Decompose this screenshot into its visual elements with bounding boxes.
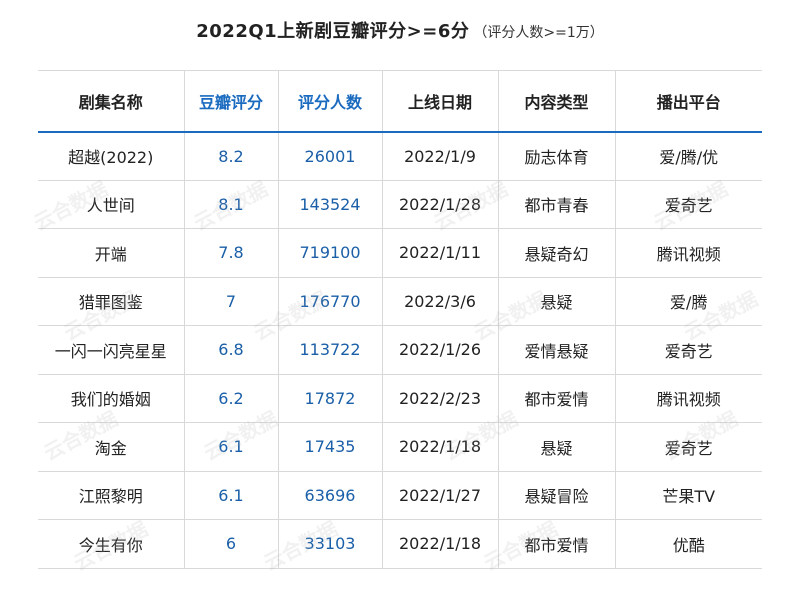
cell-genre: 悬疑 [498,277,616,326]
cell-rating: 6.8 [184,325,279,375]
cell-platform: 芒果TV [615,471,762,520]
cell-date: 2022/1/26 [382,325,499,375]
cell-name: 淘金 [38,422,185,472]
cell-votes: 17435 [278,422,383,472]
cell-name: 开端 [38,228,185,278]
cell-platform: 爱奇艺 [615,422,762,472]
cell-rating: 6.1 [184,471,279,520]
table-row: 今生有你 6 33103 2022/1/18 都市爱情 优酷 [38,519,762,569]
cell-name: 今生有你 [38,519,185,569]
table-row: 猎罪图鉴 7 176770 2022/3/6 悬疑 爱/腾 [38,277,762,326]
cell-votes: 63696 [278,471,383,520]
cell-name: 人世间 [38,180,185,229]
header-rating: 豆瓣评分 [184,70,279,133]
header-genre: 内容类型 [498,70,616,133]
cell-genre: 都市青春 [498,180,616,229]
cell-votes: 17872 [278,374,383,423]
cell-date: 2022/3/6 [382,277,499,326]
cell-name: 我们的婚姻 [38,374,185,423]
header-name: 剧集名称 [38,70,185,133]
cell-rating: 8.2 [184,131,279,181]
ratings-table: 剧集名称 豆瓣评分 评分人数 上线日期 内容类型 播出平台 超越(2022) 8.… [38,70,762,569]
cell-date: 2022/1/18 [382,422,499,472]
cell-votes: 33103 [278,519,383,569]
cell-rating: 7.8 [184,228,279,278]
cell-platform: 腾讯视频 [615,228,762,278]
cell-platform: 优酷 [615,519,762,569]
cell-date: 2022/1/18 [382,519,499,569]
cell-votes: 26001 [278,131,383,181]
cell-genre: 悬疑冒险 [498,471,616,520]
table-header-row: 剧集名称 豆瓣评分 评分人数 上线日期 内容类型 播出平台 [38,70,762,133]
table-row: 淘金 6.1 17435 2022/1/18 悬疑 爱奇艺 [38,422,762,472]
chart-title: 2022Q1上新剧豆瓣评分>=6分 （评分人数>=1万） [0,17,800,43]
cell-votes: 719100 [278,228,383,278]
table-row: 一闪一闪亮星星 6.8 113722 2022/1/26 爱情悬疑 爱奇艺 [38,325,762,375]
cell-date: 2022/1/11 [382,228,499,278]
table-row: 开端 7.8 719100 2022/1/11 悬疑奇幻 腾讯视频 [38,228,762,278]
cell-votes: 143524 [278,180,383,229]
cell-rating: 7 [184,277,279,326]
cell-rating: 6.1 [184,422,279,472]
cell-platform: 爱/腾 [615,277,762,326]
cell-date: 2022/2/23 [382,374,499,423]
cell-genre: 悬疑奇幻 [498,228,616,278]
table-row: 江照黎明 6.1 63696 2022/1/27 悬疑冒险 芒果TV [38,471,762,520]
header-date: 上线日期 [382,70,499,133]
cell-name: 猎罪图鉴 [38,277,185,326]
cell-rating: 6 [184,519,279,569]
cell-genre: 都市爱情 [498,374,616,423]
cell-rating: 6.2 [184,374,279,423]
cell-platform: 腾讯视频 [615,374,762,423]
cell-platform: 爱/腾/优 [615,131,762,181]
title-sub: （评分人数>=1万） [473,25,604,41]
cell-genre: 都市爱情 [498,519,616,569]
cell-name: 一闪一闪亮星星 [38,325,185,375]
cell-name: 江照黎明 [38,471,185,520]
table-row: 超越(2022) 8.2 26001 2022/1/9 励志体育 爱/腾/优 [38,131,762,181]
cell-genre: 爱情悬疑 [498,325,616,375]
cell-rating: 8.1 [184,180,279,229]
cell-platform: 爱奇艺 [615,180,762,229]
cell-genre: 悬疑 [498,422,616,472]
header-platform: 播出平台 [615,70,762,133]
table-row: 人世间 8.1 143524 2022/1/28 都市青春 爱奇艺 [38,180,762,229]
table-row: 我们的婚姻 6.2 17872 2022/2/23 都市爱情 腾讯视频 [38,374,762,423]
header-votes: 评分人数 [278,70,383,133]
cell-date: 2022/1/9 [382,131,499,181]
cell-votes: 113722 [278,325,383,375]
cell-date: 2022/1/27 [382,471,499,520]
cell-votes: 176770 [278,277,383,326]
title-main: 2022Q1上新剧豆瓣评分>=6分 [196,21,470,42]
cell-genre: 励志体育 [498,131,616,181]
cell-date: 2022/1/28 [382,180,499,229]
cell-platform: 爱奇艺 [615,325,762,375]
cell-name: 超越(2022) [38,131,185,181]
